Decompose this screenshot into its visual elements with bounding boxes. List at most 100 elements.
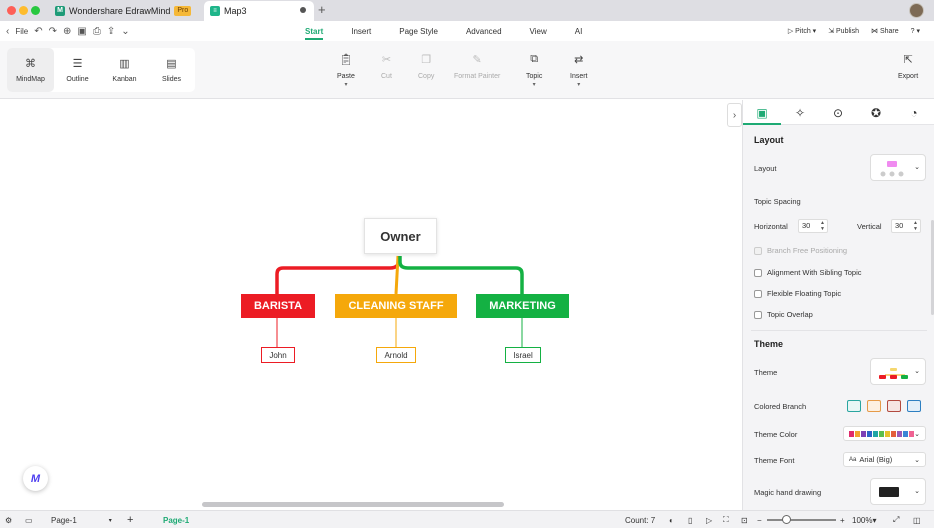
- tab-view[interactable]: View: [530, 21, 547, 41]
- zoom-slider-track[interactable]: [767, 519, 836, 521]
- colored-branch-option-1[interactable]: [847, 400, 861, 412]
- magic-hand-dropdown-icon: ⌄: [914, 488, 920, 495]
- tab-advanced[interactable]: Advanced: [466, 21, 502, 41]
- new-file-icon[interactable]: ⊕: [63, 26, 71, 37]
- horizontal-spacing-input[interactable]: 30 ▲ ▼: [798, 219, 828, 233]
- menu-tabs: Start Insert Page Style Advanced View AI: [305, 21, 610, 41]
- main-topic-marketing[interactable]: MARKETING: [476, 294, 569, 318]
- tab-ai[interactable]: AI: [575, 21, 583, 41]
- document-tab[interactable]: ≡ Map3: [204, 1, 314, 21]
- play-icon[interactable]: ▷: [706, 511, 712, 529]
- page-panel-icon[interactable]: ▭: [25, 511, 33, 529]
- export-button[interactable]: ⇱ Export: [898, 53, 918, 80]
- panel-collapse-chevron-icon[interactable]: ›: [727, 103, 742, 127]
- tab-start[interactable]: Start: [305, 21, 324, 41]
- color-palette-swatches: [849, 430, 914, 437]
- zoom-level[interactable]: 100% ▾: [852, 511, 876, 529]
- colored-branch-option-3[interactable]: [887, 400, 901, 412]
- theme-font-select[interactable]: Aa Arial (Big) ⌄: [843, 452, 926, 467]
- main-topic-barista[interactable]: BARISTA: [241, 294, 315, 318]
- book-view-icon[interactable]: ▯: [688, 511, 692, 529]
- more-chevron-icon[interactable]: ⌄: [121, 26, 129, 37]
- layout-dropdown-icon: ⌄: [914, 164, 920, 171]
- print-icon[interactable]: ⎙: [93, 26, 101, 37]
- vertical-spacing-input[interactable]: 30 ▲ ▼: [891, 219, 921, 233]
- subtopic-israel[interactable]: Israel: [505, 347, 541, 363]
- magic-hand-drawing-label: Magic hand drawing: [754, 488, 822, 497]
- panel-tab-clipart[interactable]: ✪: [857, 100, 895, 125]
- pitch-button[interactable]: ▷ Pitch ▾: [788, 27, 816, 35]
- user-avatar[interactable]: [909, 3, 924, 18]
- horizontal-scrollbar[interactable]: [202, 502, 504, 507]
- share-button[interactable]: ⋈ Share: [871, 27, 899, 35]
- subtopic-arnold[interactable]: Arnold: [376, 347, 416, 363]
- tab-page-style[interactable]: Page Style: [399, 21, 438, 41]
- app-tab[interactable]: M Wondershare EdrawMind Pro: [55, 0, 203, 21]
- page-settings-icon[interactable]: ⚙: [5, 511, 12, 529]
- alignment-sibling-checkbox[interactable]: Alignment With Sibling Topic: [754, 268, 862, 277]
- spinner-arrows-icon[interactable]: ▲ ▼: [820, 220, 825, 232]
- tab-insert[interactable]: Insert: [351, 21, 371, 41]
- format-panel-icon: ▣: [756, 105, 768, 120]
- insert-button[interactable]: ⇄ Insert ▾: [570, 53, 588, 88]
- expand-icon[interactable]: ⤢: [893, 511, 899, 529]
- file-menu[interactable]: File: [15, 27, 28, 36]
- spinner-arrows-icon[interactable]: ▲ ▼: [913, 220, 918, 232]
- save-icon[interactable]: ▣: [77, 26, 86, 37]
- panel-tab-history[interactable]: ◔: [895, 100, 933, 125]
- tab-unsaved-dot-icon[interactable]: [300, 7, 306, 13]
- share-icon: ⋈: [870, 28, 880, 35]
- copy-button[interactable]: ❐ Copy: [418, 53, 434, 80]
- branch-free-positioning-checkbox[interactable]: Branch Free Positioning: [754, 246, 847, 255]
- layout-section-title: Layout: [754, 135, 784, 145]
- zoom-in-icon[interactable]: +: [840, 511, 845, 529]
- view-slides-button[interactable]: ▤ Slides: [148, 48, 195, 92]
- ai-logo-icon: M: [30, 472, 41, 485]
- root-topic[interactable]: Owner: [364, 218, 437, 254]
- colored-branch-option-4[interactable]: [907, 400, 921, 412]
- magic-hand-drawing-selector[interactable]: ⌄: [870, 478, 926, 505]
- ai-assistant-button[interactable]: M: [23, 466, 48, 491]
- fit-page-icon[interactable]: ⊡: [741, 511, 748, 529]
- minimize-window-button[interactable]: [19, 6, 28, 15]
- page-select[interactable]: Page-1 ▾: [51, 511, 112, 529]
- outline-icon: ☰: [72, 58, 83, 70]
- view-kanban-button[interactable]: ▥ Kanban: [101, 48, 148, 92]
- flexible-floating-checkbox[interactable]: Flexible Floating Topic: [754, 289, 841, 298]
- main-topic-cleaning-staff[interactable]: CLEANING STAFF: [335, 294, 457, 318]
- subtopic-john[interactable]: John: [261, 347, 295, 363]
- colored-branch-option-2[interactable]: [867, 400, 881, 412]
- sidebar-toggle-icon[interactable]: ◫: [913, 511, 921, 529]
- redo-icon[interactable]: ↷: [49, 26, 57, 37]
- help-button[interactable]: ? ▾: [911, 27, 920, 35]
- topic-button[interactable]: ⧉ Topic ▾: [526, 53, 542, 88]
- zoom-slider-handle[interactable]: [782, 515, 791, 524]
- theme-selector[interactable]: ⌄: [870, 358, 926, 385]
- topic-count: Count: 7: [625, 515, 656, 525]
- fullscreen-icon[interactable]: ⛶: [723, 511, 729, 529]
- maximize-window-button[interactable]: [31, 6, 40, 15]
- page-tab-1[interactable]: Page-1: [163, 511, 189, 529]
- publish-button[interactable]: ⇲ Publish: [828, 27, 859, 35]
- edrawmind-logo-icon: M: [55, 5, 65, 16]
- topic-overlap-checkbox[interactable]: Topic Overlap: [754, 310, 813, 319]
- paste-button[interactable]: 📋︎ Paste ▾: [337, 53, 355, 88]
- back-chevron-icon[interactable]: ‹: [6, 26, 9, 37]
- panel-tab-format[interactable]: ▣: [743, 100, 781, 125]
- export-quick-icon[interactable]: ⇪: [107, 26, 115, 37]
- add-page-icon[interactable]: +: [127, 511, 133, 529]
- cut-button[interactable]: ✂ Cut: [381, 53, 392, 80]
- focus-mode-icon[interactable]: ◐: [669, 511, 674, 529]
- zoom-out-icon[interactable]: −: [757, 511, 762, 529]
- view-mindmap-button[interactable]: ⌘ MindMap: [7, 48, 54, 92]
- kanban-icon: ▥: [119, 58, 130, 70]
- view-outline-button[interactable]: ☰ Outline: [54, 48, 101, 92]
- panel-tab-ai[interactable]: ✧: [781, 100, 819, 125]
- close-window-button[interactable]: [7, 6, 16, 15]
- panel-tab-mark[interactable]: ⊙: [819, 100, 857, 125]
- layout-selector[interactable]: ⌄: [870, 154, 926, 181]
- format-painter-button[interactable]: ✎ Format Painter: [454, 53, 500, 80]
- theme-color-select[interactable]: ⌄: [843, 426, 926, 441]
- undo-icon[interactable]: ↶: [34, 26, 42, 37]
- new-tab-plus-icon[interactable]: +: [318, 2, 326, 17]
